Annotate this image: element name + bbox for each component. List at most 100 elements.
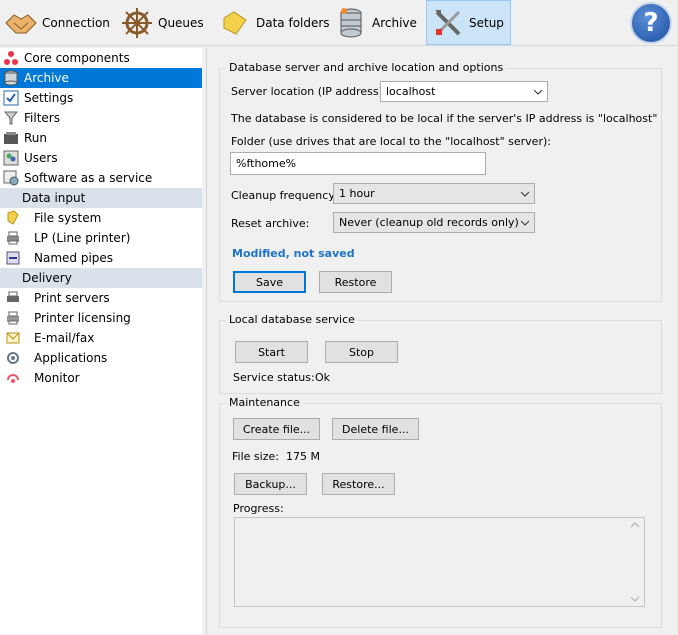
sidebar-item-software-as-a-service[interactable]: Software as a service: [0, 168, 202, 188]
sidebar-section-data-input[interactable]: Data input: [0, 188, 202, 208]
checklist-icon: [2, 90, 20, 106]
folder-icon: [4, 210, 22, 226]
sidebar-item-applications[interactable]: Applications: [0, 348, 202, 368]
folder-value: %fthome%: [236, 157, 297, 170]
restore-button[interactable]: Restore: [319, 271, 392, 293]
sidebar-item-label: Core components: [24, 51, 130, 65]
folder-input[interactable]: %fthome%: [230, 152, 486, 175]
sidebar-item-named-pipes[interactable]: Named pipes: [0, 248, 202, 268]
sidebar: Core components Archive Settings Filters…: [0, 48, 202, 635]
sidebar-item-run[interactable]: Run: [0, 128, 202, 148]
sidebar-item-label: LP (Line printer): [34, 231, 131, 245]
sidebar-item-label: Filters: [24, 111, 60, 125]
sidebar-item-label: Named pipes: [34, 251, 114, 265]
printer-icon: [4, 230, 22, 246]
sidebar-item-monitor[interactable]: Monitor: [0, 368, 202, 388]
mail-icon: [4, 330, 22, 346]
archive-label: Archive: [372, 15, 417, 30]
sidebar-item-label: Software as a service: [24, 171, 153, 185]
printer-license-icon: [4, 310, 22, 326]
backup-button[interactable]: Backup...: [234, 473, 307, 495]
database-icon: [2, 70, 20, 86]
sidebar-item-print-servers[interactable]: Print servers: [0, 288, 202, 308]
group-title: Local database service: [226, 313, 358, 326]
service-icon: [2, 170, 20, 186]
local-note: The database is considered to be local i…: [231, 112, 658, 125]
sidebar-item-core-components[interactable]: Core components: [0, 48, 202, 68]
help-button[interactable]: ?: [630, 2, 672, 44]
tools-icon: [431, 6, 465, 40]
sidebar-item-label: File system: [34, 211, 102, 225]
connection-label: Connection: [42, 15, 110, 30]
archive-button[interactable]: Archive: [334, 0, 417, 45]
reset-archive-label: Reset archive:: [231, 217, 310, 230]
maintenance-group: Maintenance Create file... Delete file..…: [219, 396, 662, 628]
chevron-down-icon: [521, 220, 529, 226]
queues-label: Queues: [158, 15, 204, 30]
create-file-button[interactable]: Create file...: [233, 418, 320, 440]
run-icon: [2, 130, 20, 146]
database-icon: [334, 6, 368, 40]
stop-button[interactable]: Stop: [325, 341, 398, 363]
sidebar-item-lp[interactable]: LP (Line printer): [0, 228, 202, 248]
data-folders-button[interactable]: Data folders: [218, 0, 330, 45]
file-size-label: File size:: [232, 450, 279, 463]
monitor-icon: [4, 370, 22, 386]
sidebar-item-users[interactable]: Users: [0, 148, 202, 168]
handshake-icon: [4, 6, 38, 40]
sidebar-item-label: Print servers: [34, 291, 110, 305]
users-icon: [2, 150, 20, 166]
sidebar-item-archive[interactable]: Archive: [0, 68, 202, 88]
sidebar-section-delivery[interactable]: Delivery: [0, 268, 202, 288]
service-status-label: Service status:: [233, 371, 315, 384]
scrollbar[interactable]: [627, 518, 644, 606]
progress-log[interactable]: [234, 517, 645, 607]
scroll-down-icon: [631, 596, 639, 602]
save-button[interactable]: Save: [233, 271, 306, 293]
sidebar-item-file-system[interactable]: File system: [0, 208, 202, 228]
queues-button[interactable]: Queues: [120, 0, 204, 45]
sidebar-item-email-fax[interactable]: E-mail/fax: [0, 328, 202, 348]
setup-button[interactable]: Setup: [426, 0, 511, 45]
ship-wheel-icon: [120, 6, 154, 40]
applications-icon: [4, 350, 22, 366]
group-title: Maintenance: [226, 396, 303, 409]
sidebar-item-label: Run: [24, 131, 48, 145]
sidebar-item-label: Printer licensing: [34, 311, 131, 325]
progress-label: Progress:: [233, 502, 284, 515]
cleanup-frequency-value: 1 hour: [339, 187, 375, 200]
reset-archive-select[interactable]: Never (cleanup old records only): [333, 212, 535, 233]
pipe-icon: [4, 250, 22, 266]
data-folders-label: Data folders: [256, 15, 330, 30]
sidebar-item-filters[interactable]: Filters: [0, 108, 202, 128]
server-location-label: Server location (IP address):: [231, 85, 387, 98]
connection-button[interactable]: Connection: [4, 0, 110, 45]
maint-restore-button[interactable]: Restore...: [322, 473, 395, 495]
section-label: Data input: [22, 191, 86, 205]
folder-label: Folder (use drives that are local to the…: [231, 135, 551, 148]
filter-icon: [2, 110, 20, 126]
cleanup-frequency-select[interactable]: 1 hour: [333, 183, 535, 204]
chevron-down-icon: [534, 89, 542, 95]
cleanup-frequency-label: Cleanup frequency:: [231, 189, 338, 202]
setup-label: Setup: [469, 15, 504, 30]
server-location-value: localhost: [386, 85, 436, 98]
content-panel: Database server and archive location and…: [206, 48, 678, 635]
sidebar-item-label: Applications: [34, 351, 108, 365]
toolbar: Connection Queues Data folders Archive S…: [0, 0, 678, 46]
chevron-down-icon: [521, 191, 529, 197]
group-title: Database server and archive location and…: [226, 61, 507, 74]
folder-icon: [218, 6, 252, 40]
server-location-select[interactable]: localhost: [380, 81, 548, 102]
start-button[interactable]: Start: [235, 341, 308, 363]
sidebar-item-label: Settings: [24, 91, 74, 105]
section-label: Delivery: [22, 271, 72, 285]
modified-status: Modified, not saved: [232, 247, 355, 260]
sidebar-item-printer-licensing[interactable]: Printer licensing: [0, 308, 202, 328]
print-server-icon: [4, 290, 22, 306]
delete-file-button[interactable]: Delete file...: [332, 418, 419, 440]
sidebar-item-settings[interactable]: Settings: [0, 88, 202, 108]
sidebar-item-label: E-mail/fax: [34, 331, 95, 345]
components-icon: [2, 50, 20, 66]
scroll-up-icon: [631, 522, 639, 528]
